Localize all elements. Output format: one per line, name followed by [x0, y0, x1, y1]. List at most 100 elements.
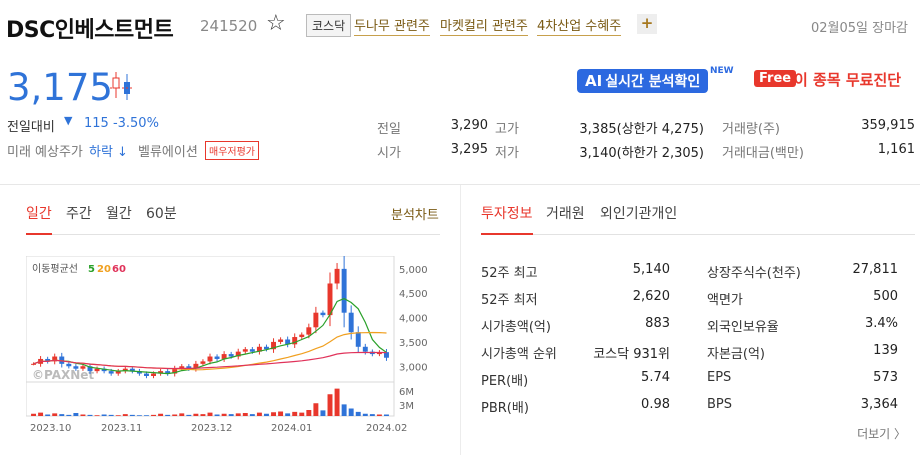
ai-label: AI	[585, 72, 603, 90]
tab-brokers[interactable]: 거래원	[546, 203, 585, 223]
candle-body	[362, 346, 368, 352]
column-divider	[460, 185, 461, 455]
volume-label: 거래량(주)	[722, 122, 780, 137]
tab-60min[interactable]: 60분	[146, 203, 177, 223]
volume-bar	[172, 414, 178, 416]
volume-bar	[313, 403, 319, 416]
candle-body	[144, 373, 149, 376]
volume-value: 359,915	[861, 118, 915, 133]
analysis-chart-link[interactable]: 분석차트	[391, 204, 439, 223]
candle-body	[31, 363, 36, 365]
new-badge: NEW	[710, 66, 734, 76]
volume-bar	[228, 414, 234, 416]
tab-monthly[interactable]: 월간	[106, 203, 132, 223]
theme-link-4th-industry[interactable]: 4차산업 수혜주	[537, 15, 622, 36]
more-link[interactable]: 더보기 〉	[857, 425, 906, 442]
valuation-label: 벨류에이션	[138, 145, 198, 160]
down-arrow-icon: ▼	[64, 114, 73, 127]
volume-bar	[94, 415, 100, 416]
tab-invest-info[interactable]: 투자정보	[481, 203, 533, 223]
candle-body	[334, 268, 340, 284]
invest-left-label-5: PBR(배)	[481, 401, 529, 416]
candle-body	[320, 312, 326, 316]
invest-left-value-5: 0.98	[641, 397, 670, 412]
invest-right-label-1: 액면가	[707, 293, 743, 308]
candle-body	[228, 354, 234, 357]
prev-close-value: 3,290	[450, 118, 488, 133]
forecast-value[interactable]: 하락 ↓	[89, 141, 128, 160]
volume-bar	[207, 412, 213, 416]
volume-bar	[214, 414, 220, 416]
invest-right-value-2: 3.4%	[864, 316, 898, 331]
volume-bar	[59, 414, 65, 416]
amount-value: 1,161	[877, 142, 915, 157]
stock-code: 241520	[200, 17, 258, 35]
volume-tick-label: 6M	[399, 387, 414, 398]
low-value: 3,140(하한가 2,305)	[579, 146, 704, 161]
volume-bar	[45, 414, 51, 416]
market-badge: 코스닥	[306, 14, 352, 37]
high-label: 고가	[495, 122, 519, 137]
watermark: ©PAXNet	[32, 368, 94, 382]
candle-body	[348, 312, 354, 333]
candle-body	[207, 356, 213, 362]
volume-bar	[151, 414, 156, 416]
invest-left-label-0: 52주 최고	[481, 266, 538, 281]
candle-body	[341, 268, 347, 313]
invest-left-value-3: 코스닥 931위	[593, 347, 670, 362]
volume-bar	[348, 408, 354, 416]
volume-bar	[221, 413, 227, 416]
volume-bar	[384, 414, 389, 416]
volume-bar	[38, 412, 44, 416]
volume-bar	[299, 412, 305, 416]
invest-left-value-4: 5.74	[641, 370, 670, 385]
price-chart[interactable]: 이동평균선 5 20 60 ©PAXNet 3,000 3,500 4,000 4,5…	[26, 256, 436, 434]
candle-body	[73, 366, 79, 369]
high-value: 3,385(상한가 4,275)	[579, 122, 704, 137]
theme-link-kurly[interactable]: 마켓컬리 관련주	[440, 15, 528, 36]
ai-analysis-button[interactable]: AI 실시간 분석확인	[577, 69, 709, 93]
volume-bar	[249, 414, 255, 416]
volume-bar	[256, 412, 262, 416]
volume-bar	[179, 413, 185, 416]
tab-daily[interactable]: 일간	[26, 203, 52, 223]
volume-bar	[115, 415, 121, 416]
volume-bar	[101, 414, 107, 416]
volume-bar	[355, 411, 361, 416]
invest-left-label-4: PER(배)	[481, 374, 529, 389]
volume-tick-label: 3M	[399, 401, 414, 412]
candle-body	[214, 356, 220, 359]
volume-bar	[306, 410, 312, 416]
theme-link-dunamu[interactable]: 두나무 관련주	[354, 15, 430, 36]
price-tick-label: 3,000	[399, 362, 428, 373]
favorite-star-icon[interactable]: ☆	[266, 11, 286, 36]
tab-investors[interactable]: 외인기관개인	[600, 203, 677, 223]
candle-body	[151, 373, 156, 376]
volume-bar	[66, 414, 72, 416]
chart-tab-line	[26, 234, 440, 235]
invest-right-label-3: 자본금(억)	[707, 347, 765, 362]
volume-bar	[165, 414, 171, 416]
volume-bar	[235, 413, 241, 416]
volume-bar	[31, 413, 36, 416]
price-tick-label: 3,500	[399, 338, 428, 349]
add-theme-button[interactable]: +	[637, 14, 657, 34]
tab-weekly[interactable]: 주간	[66, 203, 92, 223]
price-tick-label: 4,500	[399, 289, 428, 300]
volume-bar	[376, 414, 382, 416]
info-active-indicator	[481, 233, 533, 235]
invest-right-label-4: EPS	[707, 370, 732, 385]
volume-bar	[144, 415, 149, 416]
volume-bar	[242, 413, 248, 416]
valuation-button[interactable]: 매우저평가	[205, 141, 259, 160]
candle-body	[306, 327, 312, 335]
candle-body	[200, 361, 206, 364]
price-tick-label: 5,000	[399, 265, 428, 276]
free-diagnosis-link[interactable]: 이 종목 무료진단	[794, 69, 901, 90]
open-label: 시가	[377, 146, 401, 161]
ma5-legend: 5	[88, 264, 95, 275]
date-tick-label: 2024.01	[271, 423, 312, 434]
date-tick-label: 2023.12	[191, 423, 232, 434]
price-tick-label: 4,000	[399, 314, 428, 325]
invest-left-label-3: 시가총액 순위	[481, 347, 557, 362]
